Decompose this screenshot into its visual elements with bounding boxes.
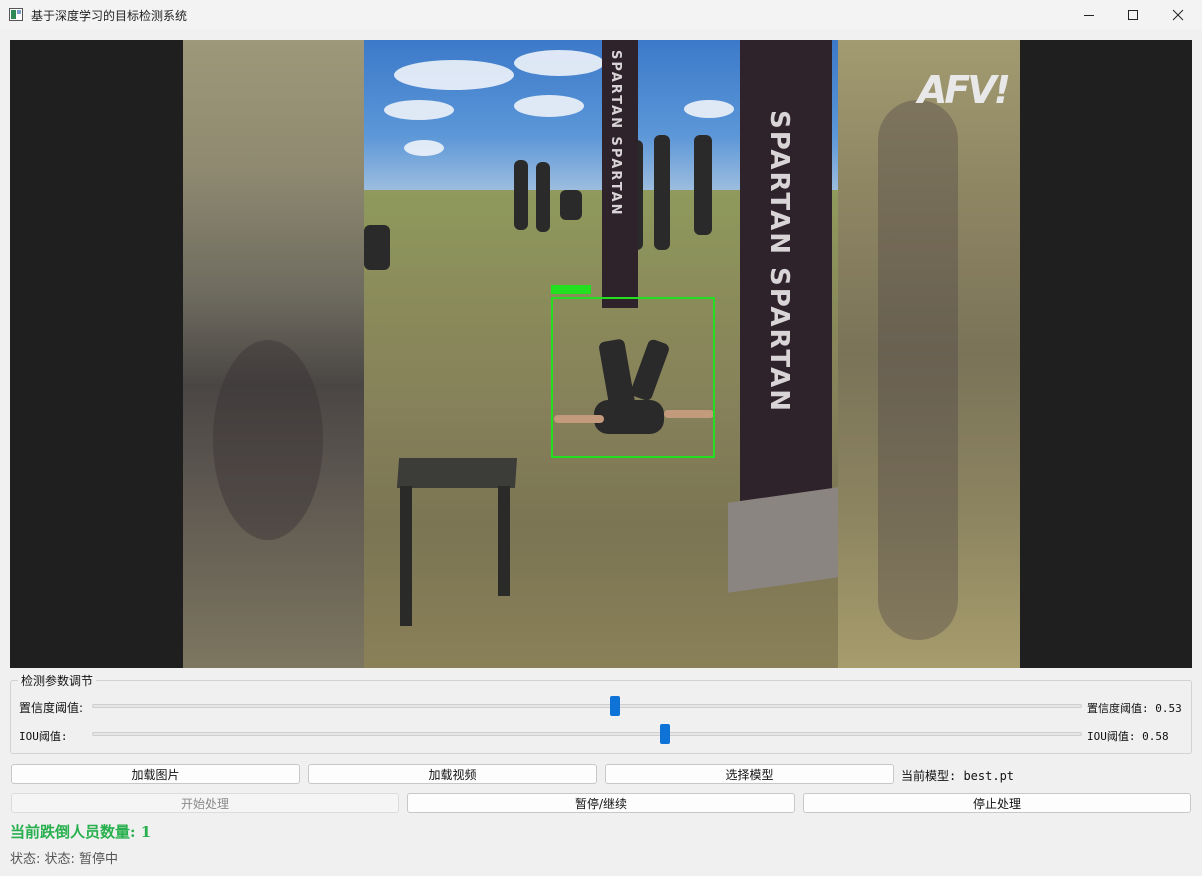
minimize-icon	[1084, 15, 1094, 16]
minimize-button[interactable]	[1066, 0, 1112, 30]
confidence-slider-track[interactable]	[92, 704, 1082, 708]
video-frame: SPARTAN SPARTAN SPARTAN SPARTAN AFV!	[183, 40, 1020, 668]
close-icon	[1172, 9, 1184, 21]
title-bar: 基于深度学习的目标检测系统	[0, 0, 1202, 30]
detection-box	[551, 297, 715, 458]
load-image-button[interactable]: 加载图片	[11, 764, 300, 784]
confidence-value: 置信度阈值: 0.53	[1087, 702, 1182, 715]
window-title: 基于深度学习的目标检测系统	[31, 9, 188, 23]
detection-label	[551, 285, 591, 294]
close-button[interactable]	[1155, 0, 1201, 30]
confidence-slider-handle[interactable]	[610, 696, 620, 716]
current-model-label: 当前模型: best.pt	[901, 769, 1015, 783]
video-display: SPARTAN SPARTAN SPARTAN SPARTAN AFV!	[10, 40, 1192, 668]
app-icon	[9, 8, 23, 21]
load-video-button[interactable]: 加载视频	[308, 764, 597, 784]
confidence-label: 置信度阈值:	[19, 701, 84, 715]
frame-blur-left	[183, 40, 364, 668]
maximize-icon	[1128, 10, 1138, 20]
params-group	[10, 680, 1192, 754]
select-model-button[interactable]: 选择模型	[605, 764, 894, 784]
frame-blur-right	[838, 40, 1020, 668]
video-watermark: AFV!	[917, 68, 1011, 112]
maximize-button[interactable]	[1110, 0, 1156, 30]
iou-slider-track[interactable]	[92, 732, 1082, 736]
start-processing-button[interactable]: 开始处理	[11, 793, 399, 813]
params-group-title: 检测参数调节	[18, 672, 97, 689]
iou-slider-handle[interactable]	[660, 724, 670, 744]
frame-scene: SPARTAN SPARTAN SPARTAN SPARTAN	[364, 40, 838, 668]
stop-processing-button[interactable]: 停止处理	[803, 793, 1191, 813]
iou-label: IOU阈值:	[19, 730, 68, 743]
iou-value: IOU阈值: 0.58	[1087, 730, 1169, 743]
status-label: 状态: 状态: 暂停中	[10, 852, 119, 867]
pause-resume-button[interactable]: 暂停/继续	[407, 793, 795, 813]
fall-count-label: 当前跌倒人员数量: 1	[10, 823, 152, 841]
